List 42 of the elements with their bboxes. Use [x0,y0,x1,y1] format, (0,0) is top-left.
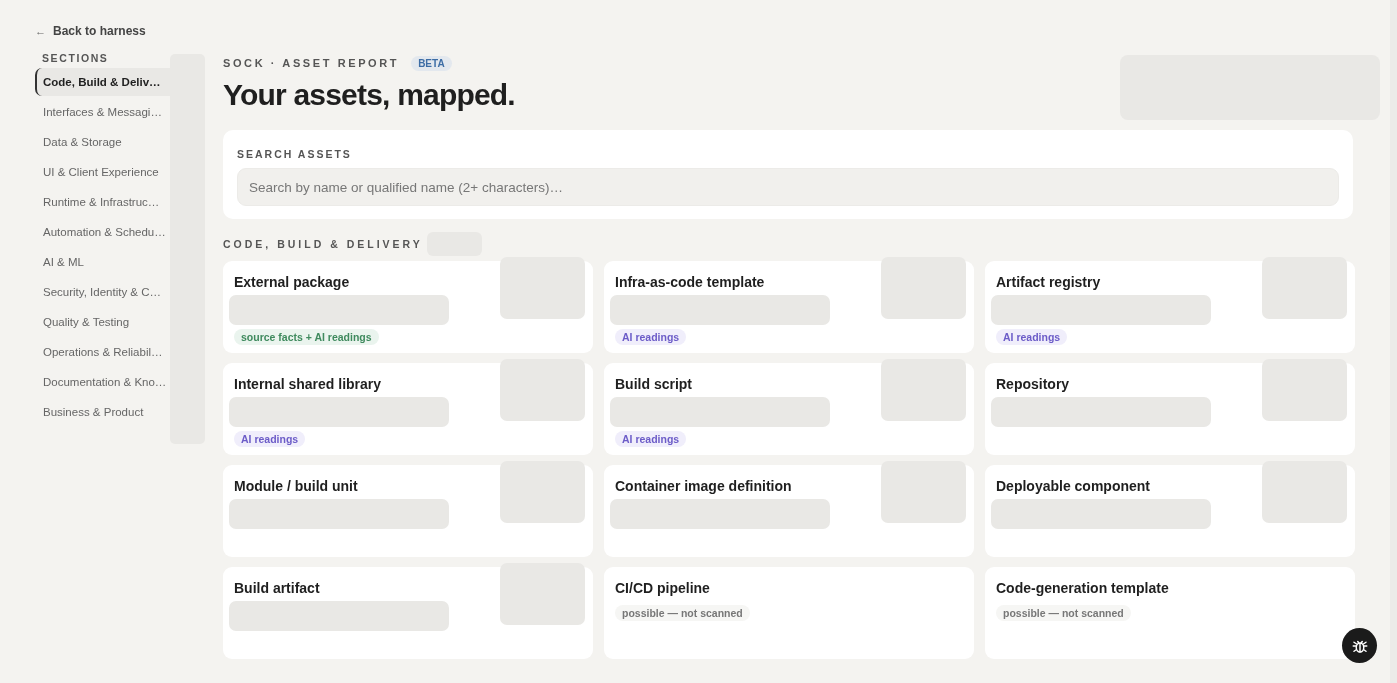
card-title: Artifact registry [996,273,1102,292]
sidebar-item[interactable]: Runtime & Infrastruc… [35,188,170,216]
source-tag: possible — not scanned [996,605,1131,621]
search-field[interactable]: Search by name or qualified name (2+ characters)… [237,168,1339,206]
source-tag: possible — not scanned [615,605,750,621]
sidebar-item[interactable]: Interfaces & Messagi… [35,98,170,126]
sidebar-heading: SECTIONS [41,52,110,66]
card-title: Build artifact [234,579,321,598]
card-title: Code-generation template [996,579,1170,598]
source-tag: AI readings [996,329,1068,345]
sidebar-item[interactable]: Security, Identity & C… [35,278,170,306]
sidebar-item[interactable]: AI & ML [35,248,170,276]
card-title: Module / build unit [234,477,359,496]
section-title: CODE, BUILD & DELIVERY [223,238,423,250]
card-title: CI/CD pipeline [615,579,711,598]
source-tag: AI readings [615,329,687,345]
card-title: Repository [996,375,1071,394]
sidebar-item[interactable]: Data & Storage [35,128,170,156]
report-eyebrow: SOCK · ASSET REPORT [223,57,400,69]
card-title: Deployable component [996,477,1152,496]
sidebar-item[interactable]: Documentation & Kno… [35,368,170,396]
debug-button[interactable] [1342,628,1377,663]
sidebar-item[interactable]: Business & Product [35,398,170,426]
card-title: Infra-as-code template [615,273,766,292]
sidebar-item[interactable]: Code, Build & Deliv… [35,68,170,96]
asset-card[interactable]: Code-generation template possible — not scanned [985,567,1355,659]
sidebar-item[interactable]: Operations & Reliabil… [35,338,170,366]
card-title: Build script [615,375,693,394]
card-title: Container image definition [615,477,793,496]
card-title: Internal shared library [234,375,383,394]
sidebar-item[interactable]: Automation & Schedu… [35,218,170,246]
source-tag: AI readings [615,431,687,447]
page-title: Your assets, mapped. [223,77,515,113]
search-label: SEARCH ASSETS [237,148,353,160]
source-tag: source facts + AI readings [234,329,379,345]
back-link[interactable]: ← Back to harness [35,22,205,40]
sidebar-item[interactable]: UI & Client Experience [35,158,170,186]
beta-badge: BETA [411,55,452,71]
asset-card[interactable]: CI/CD pipeline possible — not scanned [604,567,974,659]
card-title: External package [234,273,351,292]
sidebar-item[interactable]: Quality & Testing [35,308,170,336]
source-tag: AI readings [234,431,306,447]
